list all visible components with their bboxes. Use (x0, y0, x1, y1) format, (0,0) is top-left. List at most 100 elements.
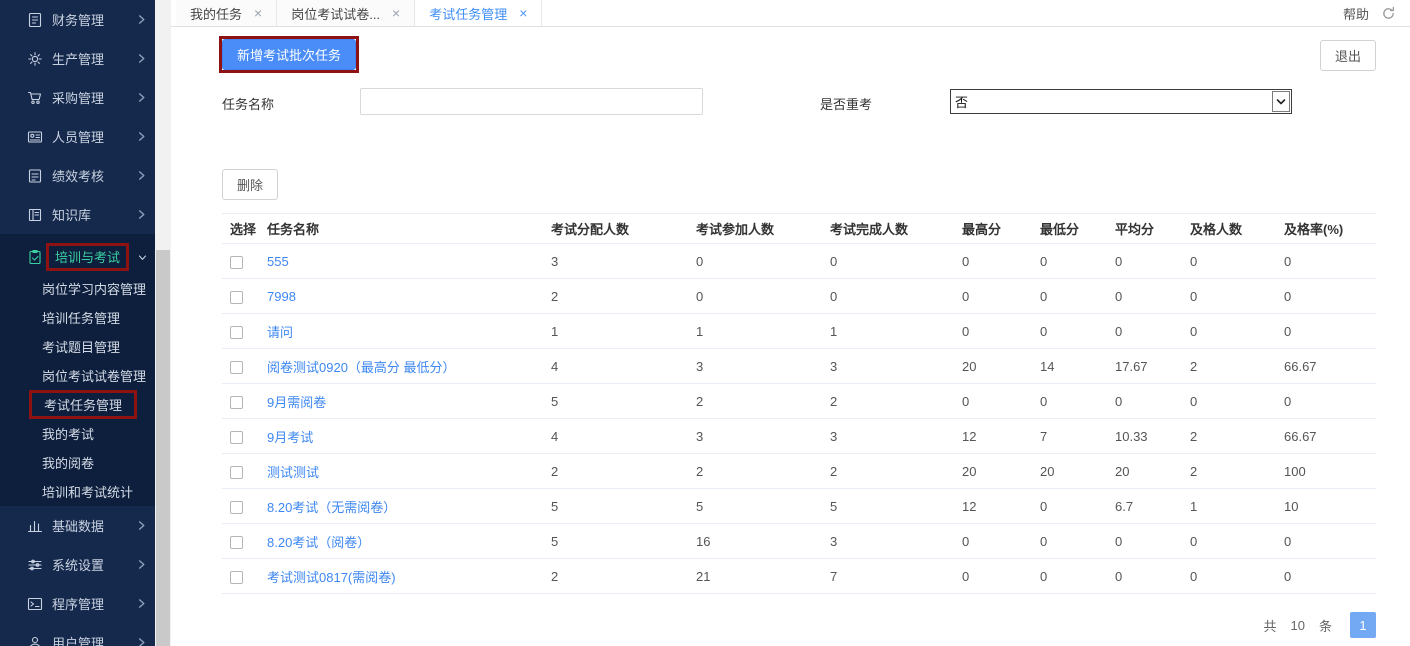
checkbox-cell (222, 323, 262, 338)
task-name-link[interactable]: 8.20考试（无需阅卷） (267, 500, 396, 515)
refresh-icon[interactable] (1381, 6, 1396, 21)
value-cell: 5 (688, 499, 822, 514)
task-name-link[interactable]: 考试测试0817(需阅卷) (267, 570, 396, 585)
close-icon[interactable]: × (519, 6, 527, 20)
checkbox-cell (222, 393, 262, 408)
value-cell: 2 (543, 569, 688, 584)
sidebar-subitem-3[interactable]: 岗位考试试卷管理 (0, 361, 155, 390)
checkbox-cell (222, 568, 262, 583)
row-checkbox[interactable] (230, 326, 243, 339)
column-header: 最高分 (954, 219, 1032, 238)
tab-exam-task-management[interactable]: 考试任务管理 × (415, 0, 542, 26)
task-name-link[interactable]: 555 (267, 254, 289, 269)
retake-select[interactable]: 否 (950, 89, 1292, 114)
sidebar-item-training[interactable]: 培训与考试 (0, 240, 155, 274)
row-checkbox[interactable] (230, 466, 243, 479)
task-name-link[interactable]: 9月需阅卷 (267, 395, 326, 410)
task-name-link[interactable]: 9月考试 (267, 430, 313, 445)
value-cell: 2 (688, 394, 822, 409)
sidebar-subitem-0[interactable]: 岗位学习内容管理 (0, 274, 155, 303)
sidebar-item-procurement[interactable]: 采购管理 (0, 78, 155, 117)
sidebar-scrollbar[interactable] (155, 0, 171, 646)
sidebar-subitem-2[interactable]: 考试题目管理 (0, 332, 155, 361)
annotation-box: 考试任务管理 (29, 390, 137, 419)
column-header: 考试分配人数 (543, 219, 688, 238)
sidebar-item-settings[interactable]: 系统设置 (0, 545, 155, 584)
value-cell: 21 (688, 569, 822, 584)
sidebar-scrollbar-thumb[interactable] (156, 250, 170, 646)
sidebar-item-user[interactable]: 用户管理 (0, 623, 155, 646)
task-name-link[interactable]: 测试测试 (267, 465, 319, 480)
sidebar-item-production[interactable]: 生产管理 (0, 39, 155, 78)
help-link[interactable]: 帮助 (1343, 4, 1369, 23)
value-cell: 14 (1032, 359, 1107, 374)
row-checkbox[interactable] (230, 396, 243, 409)
sidebar-item-program[interactable]: 程序管理 (0, 584, 155, 623)
value-cell: 0 (1107, 394, 1182, 409)
main-area: 我的任务 × 岗位考试试卷... × 考试任务管理 × 帮助 新增考试批次任务 (171, 0, 1410, 646)
performance-icon (27, 168, 43, 184)
production-icon (27, 51, 43, 67)
sidebar-subitem-4[interactable]: 考试任务管理 (0, 390, 155, 419)
task-name-link[interactable]: 阅卷测试0920（最高分 最低分） (267, 360, 456, 375)
sidebar-subitem-5[interactable]: 我的考试 (0, 419, 155, 448)
exit-button[interactable]: 退出 (1320, 40, 1376, 71)
value-cell: 0 (1276, 534, 1376, 549)
row-checkbox[interactable] (230, 431, 243, 444)
sidebar-subitem-7[interactable]: 培训和考试统计 (0, 477, 155, 506)
close-icon[interactable]: × (392, 6, 400, 20)
sidebar-subitem-label: 考试任务管理 (44, 398, 122, 413)
row-checkbox[interactable] (230, 291, 243, 304)
checkbox-cell (222, 533, 262, 548)
task-name-link[interactable]: 8.20考试（阅卷） (267, 535, 370, 550)
sidebar-subitem-1[interactable]: 培训任务管理 (0, 303, 155, 332)
sidebar-item-data[interactable]: 基础数据 (0, 506, 155, 545)
tab-my-tasks[interactable]: 我的任务 × (176, 0, 277, 26)
content-panel: 新增考试批次任务 退出 任务名称 是否重考 否 删除 选择任务名称考试分配人数考… (171, 27, 1410, 646)
row-checkbox[interactable] (230, 536, 243, 549)
add-exam-batch-task-button[interactable]: 新增考试批次任务 (222, 39, 356, 70)
task-name-cell: 7998 (262, 289, 543, 304)
sidebar-item-label: 用户管理 (52, 633, 104, 646)
exam-task-table: 选择任务名称考试分配人数考试参加人数考试完成人数最高分最低分平均分及格人数及格率… (222, 213, 1376, 594)
task-name-link[interactable]: 请问 (267, 325, 293, 340)
table-row: 阅卷测试0920（最高分 最低分）433201417.67266.67 (222, 349, 1376, 384)
task-name-cell: 测试测试 (262, 462, 543, 481)
task-name-cell: 555 (262, 254, 543, 269)
value-cell: 0 (1107, 254, 1182, 269)
row-checkbox[interactable] (230, 361, 243, 374)
value-cell: 0 (954, 324, 1032, 339)
sidebar-item-performance[interactable]: 绩效考核 (0, 156, 155, 195)
sidebar-item-finance[interactable]: 财务管理 (0, 0, 155, 39)
sidebar-item-label: 生产管理 (52, 49, 104, 68)
table-row: 55530000000 (222, 244, 1376, 279)
task-name-input[interactable] (360, 88, 703, 115)
delete-button[interactable]: 删除 (222, 169, 278, 200)
table-row: 8.20考试（无需阅卷）5551206.7110 (222, 489, 1376, 524)
sidebar-item-label: 知识库 (52, 205, 91, 224)
value-cell: 3 (688, 359, 822, 374)
value-cell: 5 (822, 499, 954, 514)
procurement-icon (27, 90, 43, 106)
sidebar-item-personnel[interactable]: 人员管理 (0, 117, 155, 156)
table-row: 799820000000 (222, 279, 1376, 314)
sidebar-item-label: 采购管理 (52, 88, 104, 107)
page-button-1[interactable]: 1 (1350, 612, 1376, 638)
training-icon (27, 249, 43, 265)
column-header: 任务名称 (262, 219, 543, 238)
row-checkbox[interactable] (230, 501, 243, 514)
sidebar-subitem-6[interactable]: 我的阅卷 (0, 448, 155, 477)
sidebar-item-label: 基础数据 (52, 516, 104, 535)
row-checkbox[interactable] (230, 571, 243, 584)
chevron-right-icon (136, 131, 147, 142)
value-cell: 7 (1032, 429, 1107, 444)
row-checkbox[interactable] (230, 256, 243, 269)
program-icon (27, 596, 43, 612)
close-icon[interactable]: × (254, 6, 262, 20)
task-name-link[interactable]: 7998 (267, 289, 296, 304)
value-cell: 0 (688, 289, 822, 304)
value-cell: 5 (543, 394, 688, 409)
tab-post-exam-paper[interactable]: 岗位考试试卷... × (277, 0, 415, 26)
sidebar-subitem-label: 培训任务管理 (42, 308, 120, 327)
sidebar-item-knowledge[interactable]: 知识库 (0, 195, 155, 234)
